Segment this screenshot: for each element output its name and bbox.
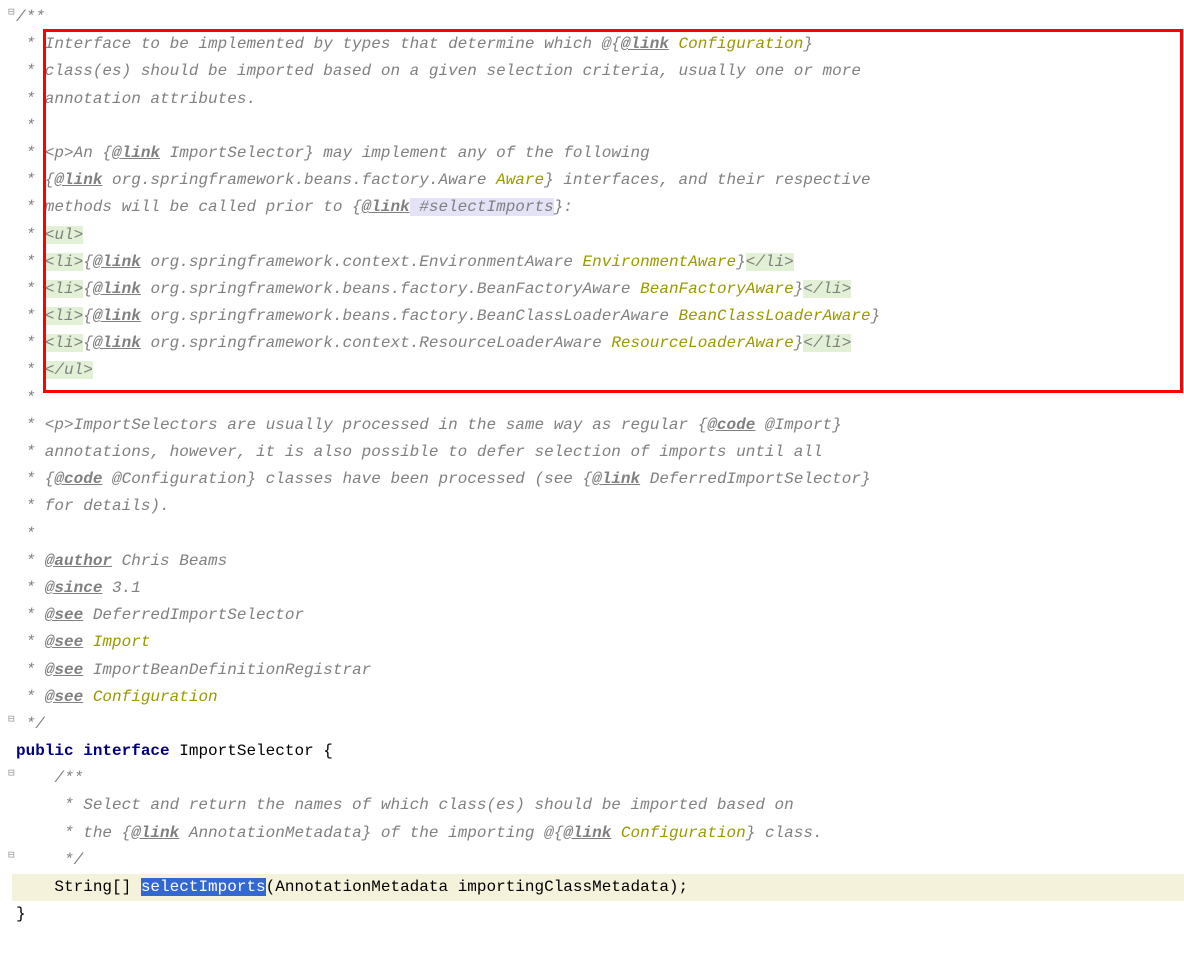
code-line: ⊟ */ [12,847,1184,874]
javadoc-link-tag: @link [131,824,179,842]
html-li-close-tag: </li> [803,280,851,298]
code-line: * Interface to be implemented by types t… [12,31,1184,58]
code-line: * the {@link AnnotationMetadata} of the … [12,820,1184,847]
javadoc-link-tag: @link [93,307,141,325]
javadoc-link-tag: @link [54,171,102,189]
fold-icon[interactable]: ⊟ [8,4,18,14]
javadoc-see-tag: @see [45,661,83,679]
html-li-tag: <li> [45,334,83,352]
code-line: * @since 3.1 [12,575,1184,602]
code-line: * <p>An {@link ImportSelector} may imple… [12,140,1184,167]
code-line: * annotation attributes. [12,86,1184,113]
code-line: * @see ImportBeanDefinitionRegistrar [12,657,1184,684]
javadoc-link-tag: @link [362,198,410,216]
code-line: * Select and return the names of which c… [12,792,1184,819]
html-li-close-tag: </li> [746,253,794,271]
code-line: * <li>{@link org.springframework.beans.f… [12,276,1184,303]
code-line: * methods will be called prior to {@link… [12,194,1184,221]
method-name-selected: selectImports [141,878,266,896]
keyword-interface: interface [83,742,169,760]
keyword-public: public [16,742,74,760]
javadoc-link-tag: @link [93,334,141,352]
javadoc-link-tag: @link [112,144,160,162]
code-line: * {@link org.springframework.beans.facto… [12,167,1184,194]
html-p-tag: <p> [45,144,74,162]
html-ul-close-tag: </ul> [45,361,93,379]
code-line: ⊟/** [12,4,1184,31]
code-line: * [12,113,1184,140]
code-line: * annotations, however, it is also possi… [12,439,1184,466]
html-li-tag: <li> [45,307,83,325]
fold-icon[interactable]: ⊟ [8,711,18,721]
code-line: public interface ImportSelector { [12,738,1184,765]
javadoc-see-tag: @see [45,633,83,651]
method-reference: #selectImports [410,198,554,216]
code-line: * {@code @Configuration} classes have be… [12,466,1184,493]
method-params: (AnnotationMetadata importingClassMetada… [266,878,688,896]
code-line: * @see Configuration [12,684,1184,711]
code-line: * for details). [12,493,1184,520]
code-line: * <li>{@link org.springframework.context… [12,330,1184,357]
html-li-tag: <li> [45,253,83,271]
code-line: * <ul> [12,222,1184,249]
code-line: * @see DeferredImportSelector [12,602,1184,629]
html-ul-tag: <ul> [45,226,83,244]
code-line: } [12,901,1184,928]
javadoc-link-tag: @link [93,253,141,271]
code-line: * [12,385,1184,412]
fold-icon[interactable]: ⊟ [8,847,18,857]
html-li-tag: <li> [45,280,83,298]
javadoc-link-tag: @link [93,280,141,298]
javadoc-link-tag: @link [621,35,669,53]
javadoc-code-tag: @code [707,416,755,434]
javadoc-see-tag: @see [45,688,83,706]
code-line: * <li>{@link org.springframework.context… [12,249,1184,276]
javadoc-author-tag: @author [45,552,112,570]
html-li-close-tag: </li> [803,334,851,352]
html-p-tag: <p> [45,416,74,434]
javadoc-since-tag: @since [45,579,103,597]
code-line: ⊟ */ [12,711,1184,738]
javadoc-link-tag: @link [563,824,611,842]
code-line-highlighted: String[] selectImports(AnnotationMetadat… [12,874,1184,901]
code-line: ⊟ /** [12,765,1184,792]
javadoc-see-tag: @see [45,606,83,624]
javadoc-code-tag: @code [54,470,102,488]
interface-name: ImportSelector { [179,742,333,760]
fold-icon[interactable]: ⊟ [8,765,18,775]
code-line: * <li>{@link org.springframework.beans.f… [12,303,1184,330]
javadoc-link-tag: @link [592,470,640,488]
code-line: * @see Import [12,629,1184,656]
code-editor[interactable]: ⊟/** * Interface to be implemented by ty… [0,0,1184,928]
code-line: * @author Chris Beams [12,548,1184,575]
code-line: * <p>ImportSelectors are usually process… [12,412,1184,439]
code-line: * [12,521,1184,548]
code-line: * class(es) should be imported based on … [12,58,1184,85]
code-line: * </ul> [12,357,1184,384]
